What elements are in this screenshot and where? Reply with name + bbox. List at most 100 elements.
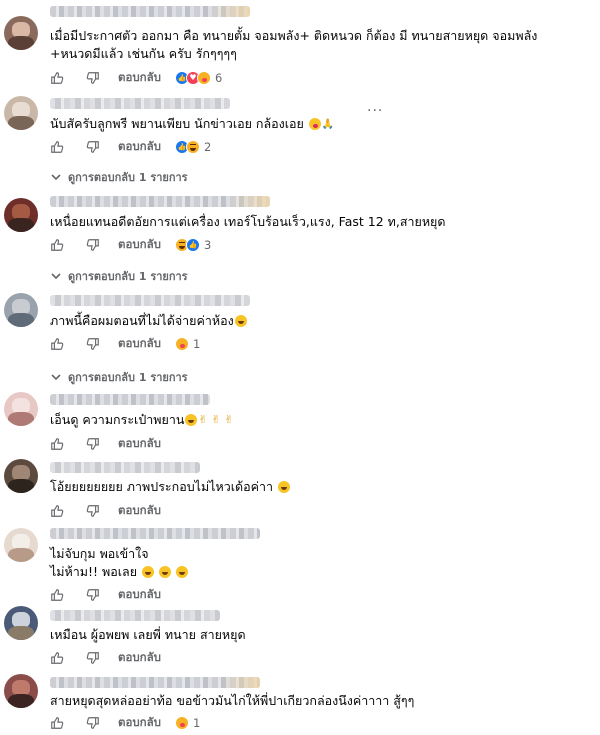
commenter-name-blurred[interactable] (50, 6, 250, 17)
comment-actions: ตอบกลับ 2 (50, 139, 211, 155)
reply-button[interactable]: ตอบกลับ (118, 236, 161, 254)
reaction-count: 2 (204, 140, 212, 154)
comment-text-body: เอ็นดู ความกระเป๋าพยาน (50, 412, 185, 427)
care-reaction-icon (197, 71, 211, 85)
commenter-name-blurred[interactable] (50, 98, 230, 109)
care-reaction-icon (175, 716, 189, 730)
comment-text: เอ็นดู ความกระเป๋าพยาน (50, 411, 236, 429)
thumbs-up-icon[interactable] (50, 71, 64, 85)
avatar[interactable] (4, 96, 38, 130)
comment-actions: ตอบกลับ (50, 650, 175, 666)
thumbs-down-icon[interactable] (86, 71, 100, 85)
commenter-name-blurred[interactable] (50, 610, 220, 621)
comment-actions: ตอบกลับ (50, 503, 175, 519)
kiss-emoji-icon (308, 118, 321, 130)
thumbs-up-icon[interactable] (50, 140, 64, 154)
reply-button[interactable]: ตอบกลับ (118, 714, 161, 732)
comment-text-body: นับสัครับลูกพรี พยานเพียบ นักข่าวเอย กล้… (50, 116, 304, 131)
reaction-count: 1 (193, 716, 201, 730)
avatar[interactable] (4, 606, 38, 640)
haha-reaction-icon (186, 140, 200, 154)
thumbs-down-icon[interactable] (86, 238, 100, 252)
comment-text-body: ภาพนี้คือผมตอนที่ไม่ได้จ่ายค่าห้อง (50, 313, 234, 328)
comment-text-line-1: เมื่อมีประกาศตัว ออกมา คือ ทนายตั้ม จอมพ… (50, 28, 538, 43)
comment-text: เหนื่อยแทนอดีตอัยการแต่เครื่อง เทอร์โบร้… (50, 214, 446, 229)
thumbs-down-icon[interactable] (86, 588, 100, 602)
comment-actions: ตอบกลับ 6 (50, 70, 222, 86)
grinning-emoji-icon (142, 566, 155, 578)
reply-button[interactable]: ตอบกลับ (118, 586, 161, 604)
comment-text: โอ้ยยยยยยยย ภาพประกอบไม่ไหวเด้อค่าา (50, 478, 291, 496)
reaction-count: 6 (215, 71, 223, 85)
thumbs-up-icon[interactable] (50, 651, 64, 665)
view-replies-button[interactable]: ดูการตอบกลับ 1 รายการ (50, 168, 188, 186)
commenter-name-blurred[interactable] (50, 394, 210, 405)
avatar[interactable] (4, 198, 38, 232)
avatar[interactable] (4, 674, 38, 708)
thumbs-up-icon[interactable] (50, 238, 64, 252)
reaction-count: 1 (193, 337, 201, 351)
comment-actions: ตอบกลับ 1 (50, 336, 200, 352)
comment-text-line-1: ไม่จับกุม พอเข้าใจ (50, 546, 149, 561)
thumbs-down-icon[interactable] (86, 716, 100, 730)
victory-hand-emoji-icon (224, 411, 236, 426)
thumbs-down-icon[interactable] (86, 504, 100, 518)
commenter-name-blurred[interactable] (50, 528, 260, 539)
comment-text: ภาพนี้คือผมตอนที่ไม่ได้จ่ายค่าห้อง (50, 312, 247, 330)
more-options-icon[interactable]: ··· (367, 103, 383, 119)
comment-text-body: ไม่ห้าม!! พอเลย (50, 564, 138, 579)
grinning-emoji-icon (159, 566, 171, 578)
view-replies-label: ดูการตอบกลับ 1 รายการ (68, 371, 188, 384)
commenter-name-blurred[interactable] (50, 462, 200, 473)
comment-text-body: โอ้ยยยยยยยย ภาพประกอบไม่ไหวเด้อค่าา (50, 479, 274, 494)
grinning-emoji-icon (185, 414, 198, 426)
comment-actions: ตอบกลับ (50, 436, 175, 452)
grinning-emoji-icon (175, 566, 188, 578)
reaction-summary[interactable]: 1 (175, 716, 200, 730)
comment-actions: ตอบกลับ 1 (50, 715, 200, 731)
commenter-name-blurred[interactable] (50, 295, 250, 306)
reply-button[interactable]: ตอบกลับ (118, 69, 161, 87)
chevron-down-icon (51, 374, 61, 381)
avatar[interactable] (4, 392, 38, 426)
reply-button[interactable]: ตอบกลับ (118, 502, 161, 520)
avatar[interactable] (4, 528, 38, 562)
reply-button[interactable]: ตอบกลับ (118, 335, 161, 353)
grinning-emoji-icon (278, 481, 291, 493)
thumbs-down-icon[interactable] (86, 140, 100, 154)
view-replies-button[interactable]: ดูการตอบกลับ 1 รายการ (50, 368, 188, 386)
thumbs-down-icon[interactable] (86, 651, 100, 665)
comment-text: สายหยุดสุดหล่ออย่าท้อ ขอข้าวมันไก่ให้พี่… (50, 693, 415, 708)
thumbs-down-icon[interactable] (86, 437, 100, 451)
reaction-count: 3 (204, 238, 212, 252)
commenter-name-blurred[interactable] (50, 677, 260, 688)
reply-button[interactable]: ตอบกลับ (118, 435, 161, 453)
grinning-emoji-icon (234, 315, 247, 327)
thumbs-up-icon[interactable] (50, 337, 64, 351)
comment-text: เหมือน ผู้อพยพ เลยพี่ ทนาย สายหยุด (50, 627, 246, 642)
avatar[interactable] (4, 459, 38, 493)
comment-actions: ตอบกลับ (50, 587, 175, 603)
reaction-summary[interactable]: 2 (175, 140, 211, 154)
thumbs-up-icon[interactable] (50, 716, 64, 730)
chevron-down-icon (51, 273, 61, 280)
victory-hand-emoji-icon (198, 411, 210, 426)
view-replies-label: ดูการตอบกลับ 1 รายการ (68, 270, 188, 283)
chevron-down-icon (51, 174, 61, 181)
reaction-summary[interactable]: 6 (175, 71, 222, 85)
thumbs-up-icon[interactable] (50, 437, 64, 451)
reaction-summary[interactable]: 1 (175, 337, 200, 351)
view-replies-label: ดูการตอบกลับ 1 รายการ (68, 171, 188, 184)
thumbs-up-icon[interactable] (50, 504, 64, 518)
reaction-summary[interactable]: 3 (175, 238, 211, 252)
reply-button[interactable]: ตอบกลับ (118, 649, 161, 667)
avatar[interactable] (4, 293, 38, 327)
reply-button[interactable]: ตอบกลับ (118, 138, 161, 156)
thumbs-up-icon[interactable] (50, 588, 64, 602)
comment-actions: ตอบกลับ 3 (50, 237, 211, 253)
thumbs-down-icon[interactable] (86, 337, 100, 351)
view-replies-button[interactable]: ดูการตอบกลับ 1 รายการ (50, 267, 188, 285)
avatar[interactable] (4, 16, 38, 50)
commenter-name-blurred[interactable] (50, 196, 270, 207)
victory-hand-emoji-icon (211, 411, 223, 426)
